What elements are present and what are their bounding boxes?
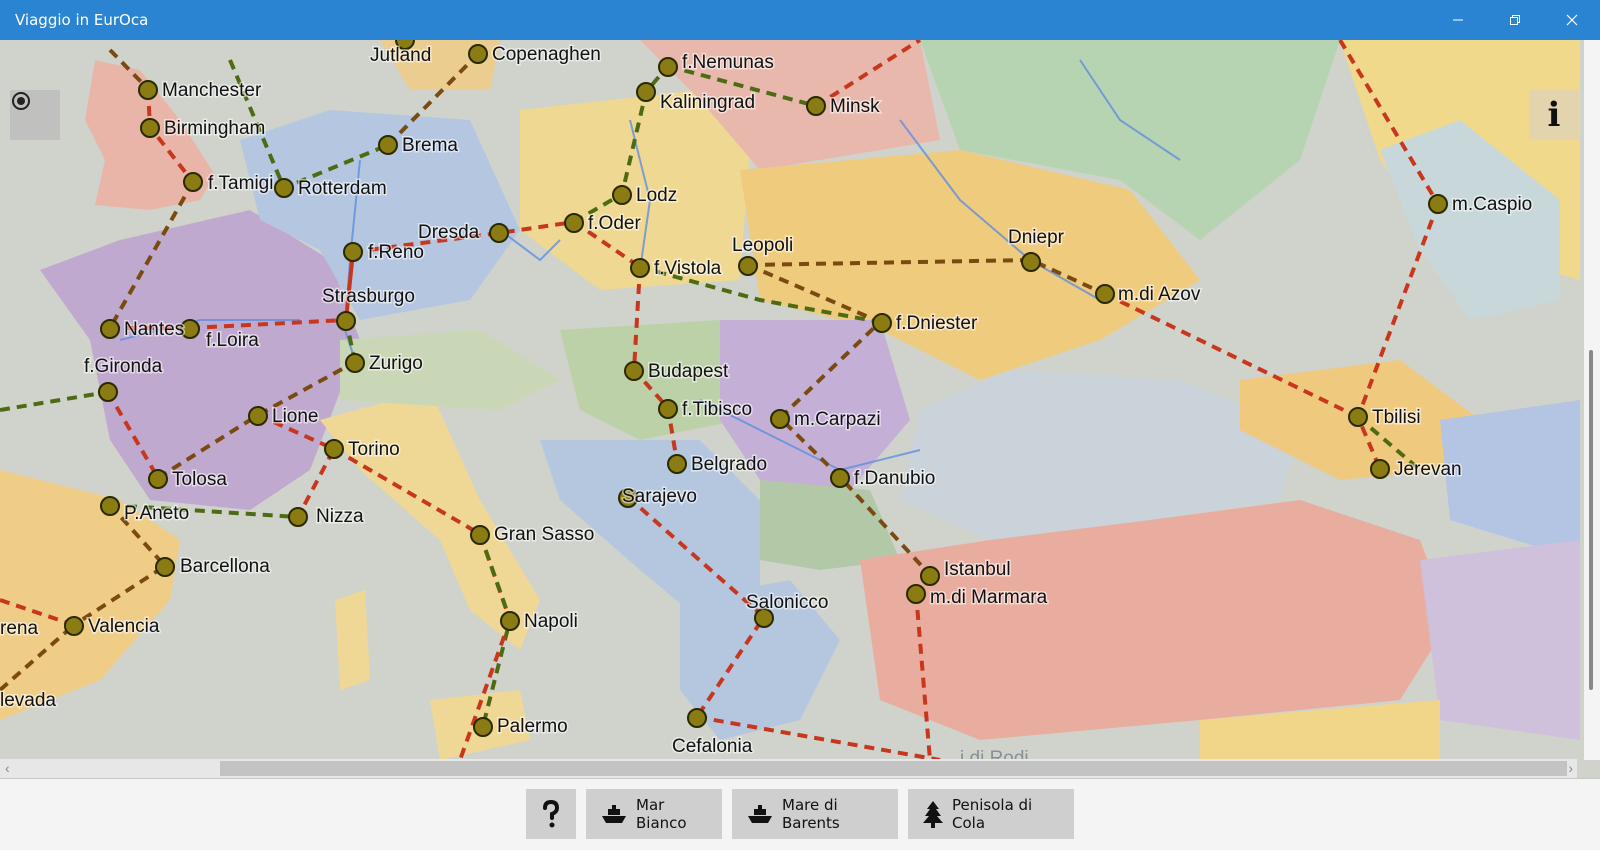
locate-button[interactable] xyxy=(10,90,60,140)
mar-bianco-button[interactable]: Mar Bianco xyxy=(586,789,722,839)
label-torino: Torino xyxy=(348,439,400,460)
label-jerevan: Jerevan xyxy=(1394,459,1462,480)
label-rotterdam: Rotterdam xyxy=(298,178,387,199)
vertical-scroll-thumb[interactable] xyxy=(1589,350,1593,690)
label-dresda: Dresda xyxy=(418,222,480,243)
label-sarajevo: Sarajevo xyxy=(622,486,697,507)
ship-icon xyxy=(600,803,628,825)
scroll-left-icon[interactable]: ‹ xyxy=(5,760,10,776)
label-reno: f.Reno xyxy=(368,242,424,263)
label-aneto: P.Aneto xyxy=(124,503,189,524)
label-tolosa: Tolosa xyxy=(172,469,227,490)
help-button[interactable] xyxy=(526,789,576,839)
close-button[interactable] xyxy=(1543,0,1600,40)
label-nevada: levada xyxy=(0,690,56,711)
restore-icon xyxy=(1509,15,1520,25)
label-nizza: Nizza xyxy=(316,506,364,527)
penisola-di-cola-button[interactable]: Penisola di Cola xyxy=(908,789,1074,839)
label-brema: Brema xyxy=(402,135,458,156)
label-danubio: f.Danubio xyxy=(854,468,935,489)
label-valencia: Valencia xyxy=(88,616,160,637)
horizontal-scrollbar[interactable]: ‹ › xyxy=(0,759,1577,778)
horizontal-scroll-thumb[interactable] xyxy=(220,761,1567,776)
label-nantes: Nantes xyxy=(124,319,184,340)
label-tamigi: f.Tamigi xyxy=(208,173,273,194)
label-leopoli: Leopoli xyxy=(732,235,793,256)
label-caspio: m.Caspio xyxy=(1452,194,1532,215)
label-nemunas: f.Nemunas xyxy=(682,52,774,73)
mare-di-barents-button[interactable]: Mare di Barents xyxy=(732,789,898,839)
question-icon xyxy=(543,800,560,828)
label-zurigo: Zurigo xyxy=(369,353,423,374)
minimize-button[interactable] xyxy=(1429,0,1486,40)
vertical-scrollbar[interactable] xyxy=(1584,40,1600,760)
label-belgrado: Belgrado xyxy=(691,454,767,475)
label-palermo: Palermo xyxy=(497,716,568,737)
info-icon: i xyxy=(1547,95,1561,135)
label-cefalonia: Cefalonia xyxy=(672,736,753,757)
label-gironda: f.Gironda xyxy=(84,356,163,377)
mar-bianco-label: Mar Bianco xyxy=(636,796,687,832)
label-loira: f.Loira xyxy=(206,330,259,351)
label-birmingham: Birmingham xyxy=(164,118,265,139)
window-controls xyxy=(1429,0,1600,40)
info-button[interactable]: i xyxy=(1529,90,1579,140)
europe-map[interactable]: Jutland Copenaghen f.Nemunas Manchester … xyxy=(0,40,1600,778)
minimize-icon xyxy=(1452,19,1463,21)
label-dniepr: Dniepr xyxy=(1008,227,1065,248)
tree-icon xyxy=(922,800,944,828)
map-view[interactable]: Jutland Copenaghen f.Nemunas Manchester … xyxy=(0,40,1600,778)
land-iran xyxy=(1420,540,1580,740)
label-kaliningrad: Kaliningrad xyxy=(660,92,755,113)
label-minsk: Minsk xyxy=(830,96,880,117)
label-dniester: f.Dniester xyxy=(896,313,978,334)
label-jutland: Jutland xyxy=(370,45,431,66)
title-bar: Viaggio in EurOca xyxy=(0,0,1600,40)
restore-button[interactable] xyxy=(1486,0,1543,40)
label-vistola: f.Vistola xyxy=(654,258,722,279)
bottom-bar: Mar Bianco Mare di Barents Penisola di C… xyxy=(0,778,1600,850)
label-salonicco: Salonicco xyxy=(746,592,828,613)
label-copenaghen: Copenaghen xyxy=(492,44,601,65)
ship-icon xyxy=(746,803,774,825)
label-tibisco: f.Tibisco xyxy=(682,399,752,420)
mare-di-barents-label: Mare di Barents xyxy=(782,796,840,832)
close-icon xyxy=(1566,14,1577,26)
label-manchester: Manchester xyxy=(162,80,262,101)
label-istanbul: Istanbul xyxy=(944,559,1011,580)
label-azov: m.di Azov xyxy=(1118,284,1201,305)
label-budapest: Budapest xyxy=(648,361,729,382)
label-gransasso: Gran Sasso xyxy=(494,524,594,545)
label-lione: Lione xyxy=(272,406,319,427)
label-carpazi: m.Carpazi xyxy=(794,409,881,430)
label-rena: rena xyxy=(0,618,38,639)
label-barcellona: Barcellona xyxy=(180,556,270,577)
label-strasburgo: Strasburgo xyxy=(322,286,415,307)
label-tbilisi: Tbilisi xyxy=(1372,407,1421,428)
scroll-right-icon[interactable]: › xyxy=(1568,760,1573,776)
label-oder: f.Oder xyxy=(588,213,641,234)
window-title: Viaggio in EurOca xyxy=(15,11,149,29)
penisola-di-cola-label: Penisola di Cola xyxy=(952,796,1033,832)
target-icon xyxy=(12,92,30,110)
label-napoli: Napoli xyxy=(524,611,578,632)
label-lodz: Lodz xyxy=(636,185,677,206)
label-marmara: m.di Marmara xyxy=(930,587,1048,608)
